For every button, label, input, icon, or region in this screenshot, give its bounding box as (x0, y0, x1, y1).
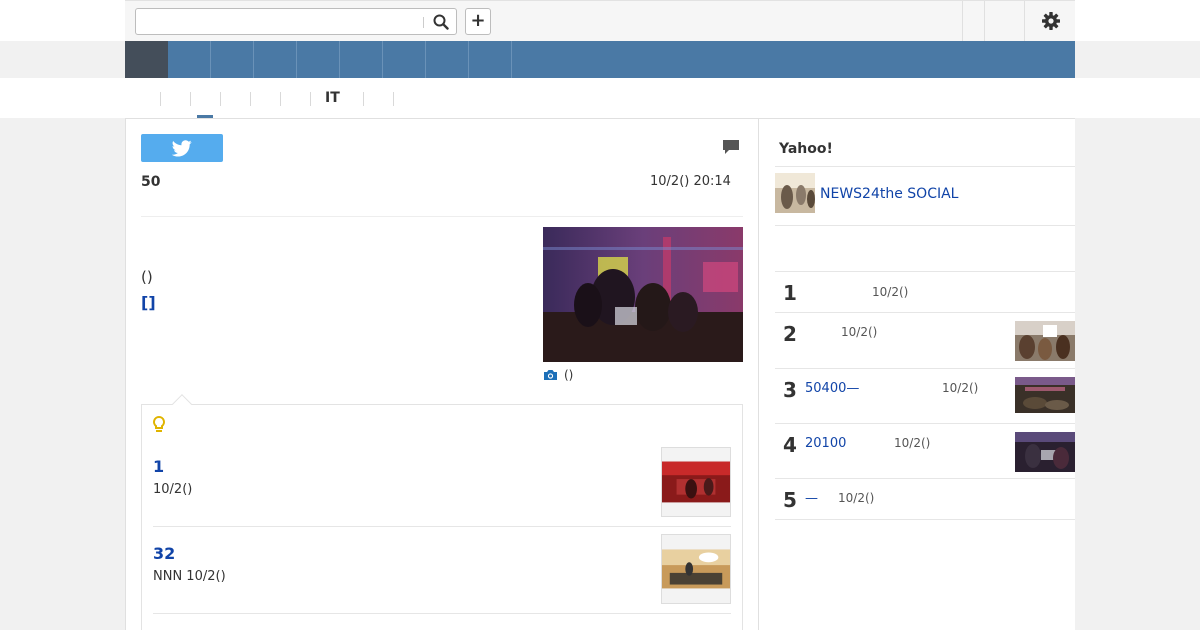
ranking-item[interactable]: 3 50400— 10/2() (775, 369, 1075, 424)
nav-item-5[interactable] (297, 41, 340, 78)
top-bar: + (0, 0, 1200, 41)
lightbulb-icon (153, 415, 165, 432)
sidebar: Yahoo! NEWS24the SOCIAL 1 10/2() 2 10/2(… (759, 118, 1075, 630)
photo-caption: () (543, 368, 573, 382)
feature-thumbnail[interactable] (775, 173, 815, 213)
settings-button[interactable] (1024, 1, 1075, 41)
ranking-item[interactable]: 4 20100 10/2() (775, 424, 1075, 479)
ranking-date: 10/2() (942, 381, 979, 395)
ranking-thumbnail[interactable] (1015, 432, 1075, 472)
feature-thumbnail-image (775, 173, 815, 213)
article-card: 50 10/2() 20:14 () [] () 1 10/2() 32 NNN… (125, 118, 759, 630)
sidebar-divider (775, 166, 1075, 167)
article-photo-image (543, 227, 743, 362)
article-timestamp: 10/2() 20:14 (650, 174, 731, 189)
ranking-date: 10/2() (841, 325, 878, 339)
nav-item-4[interactable] (254, 41, 297, 78)
related-item-thumbnail[interactable] (661, 534, 731, 604)
subnav-separator (250, 92, 251, 106)
related-item[interactable]: 1 10/2() (153, 447, 731, 525)
ranking-title[interactable]: 20100 (805, 436, 846, 451)
ranking-number: 3 (783, 378, 797, 402)
subnav-separator (363, 92, 364, 106)
ranking-date: 10/2() (838, 491, 875, 505)
nav-item-9[interactable] (469, 41, 512, 78)
related-item-thumbnail[interactable] (661, 447, 731, 517)
related-thumbnail-image (662, 549, 730, 589)
search-icon (433, 14, 449, 30)
subnav-separator (220, 92, 221, 106)
comment-icon[interactable] (722, 139, 740, 155)
nav-item-home[interactable] (125, 41, 168, 78)
related-item-title[interactable]: 1 (153, 457, 164, 476)
ranking-item[interactable]: 1 10/2() (775, 272, 1075, 313)
related-thumbnail-image (662, 461, 730, 503)
nav-item-3[interactable] (211, 41, 254, 78)
tweet-button[interactable] (141, 134, 223, 162)
ranking-title[interactable]: — (805, 491, 818, 506)
nav-item-2[interactable] (168, 41, 211, 78)
ranking-item[interactable]: 2 10/2() (775, 313, 1075, 368)
gear-icon (1042, 12, 1060, 30)
divider (141, 216, 743, 217)
ranking-thumbnail-image (1015, 377, 1075, 413)
ranking-number: 5 (783, 488, 797, 512)
article-body-link[interactable]: [] (141, 293, 156, 312)
ranking-thumbnail-image (1015, 321, 1075, 361)
sidebar-heading: Yahoo! (779, 141, 833, 157)
ranking-item[interactable]: 5 — 10/2() (775, 479, 1075, 520)
article-title: 50 (141, 174, 161, 190)
related-divider (153, 613, 731, 614)
top-bar-cell-2[interactable] (984, 1, 1024, 41)
ranking-number: 2 (783, 322, 797, 346)
ranking-number: 1 (783, 281, 797, 305)
subnav-separator (280, 92, 281, 106)
camera-icon (544, 370, 557, 380)
related-item-meta: 10/2() (153, 482, 193, 497)
ranking-thumbnail[interactable] (1015, 321, 1075, 361)
photo-caption-text: () (564, 368, 574, 382)
related-articles: 1 10/2() 32 NNN 10/2() (141, 394, 743, 630)
subnav-separator (190, 92, 191, 106)
related-item[interactable]: 32 NNN 10/2() (153, 534, 731, 612)
subnav-separator (393, 92, 394, 106)
ranking-title[interactable]: 50400— (805, 381, 859, 396)
add-button[interactable]: + (465, 8, 491, 35)
ranking-thumbnail[interactable] (1015, 377, 1075, 417)
search-input[interactable] (140, 11, 420, 32)
subnav-separator (160, 92, 161, 106)
top-bar-cell-1[interactable] (962, 1, 984, 41)
subnav-item-it[interactable]: IT (325, 90, 340, 106)
nav-item-6[interactable] (340, 41, 383, 78)
article-body-text: () (141, 268, 153, 286)
search-divider (423, 17, 424, 28)
article-photo[interactable] (543, 227, 743, 362)
nav-item-7[interactable] (383, 41, 426, 78)
ranking-date: 10/2() (894, 436, 931, 450)
ranking-date: 10/2() (872, 285, 909, 299)
subnav-separator (310, 92, 311, 106)
related-divider (153, 526, 731, 527)
ranking-number: 4 (783, 433, 797, 457)
feature-link[interactable]: NEWS24the SOCIAL (820, 186, 958, 202)
search-field[interactable] (135, 8, 457, 35)
ranking-divider (775, 519, 1075, 520)
twitter-icon (172, 139, 192, 156)
main-nav (125, 41, 1075, 78)
sidebar-divider (775, 225, 1075, 226)
ranking-thumbnail-image (1015, 432, 1075, 472)
related-item-title[interactable]: 32 (153, 544, 175, 563)
related-item-meta: NNN 10/2() (153, 569, 226, 584)
callout-notch (172, 394, 192, 414)
top-bar-inner: + (125, 0, 1075, 41)
nav-item-8[interactable] (426, 41, 469, 78)
search-button[interactable] (426, 9, 456, 34)
sub-nav (0, 78, 1200, 118)
